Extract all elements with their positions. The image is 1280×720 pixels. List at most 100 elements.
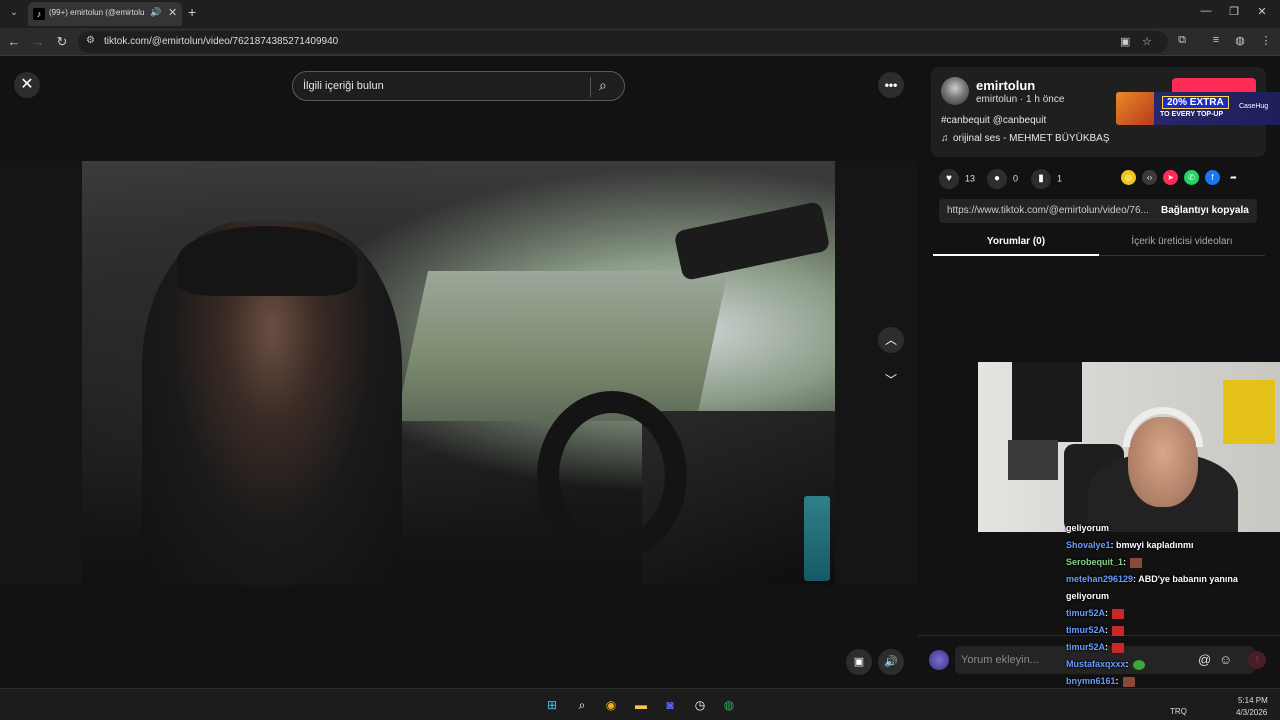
action-bar: ♥ 13 ● 0 ▮ 1 ◎ ‹› ➤ ✆ f ➦ bbox=[931, 165, 1271, 189]
chat-message: Mustafaxqxxx: bbox=[1064, 656, 1280, 673]
music-title[interactable]: orijinal ses - MEHMET BÜYÜKBAŞ bbox=[953, 133, 1110, 144]
system-tray: TRQ 5:14 PM 4/3/2026 bbox=[1120, 693, 1280, 719]
video-car-screen bbox=[804, 496, 830, 581]
reload-button[interactable]: ↻ bbox=[54, 34, 70, 50]
save-action[interactable]: ▮ 1 bbox=[1031, 169, 1062, 189]
chat-message: Serobequit_1: bbox=[1064, 554, 1280, 571]
bookmark-star-icon[interactable]: ☆ bbox=[1142, 35, 1152, 48]
author-name[interactable]: emirtolun bbox=[976, 78, 1035, 93]
video-rear-mirror bbox=[673, 200, 831, 282]
browser-menu-icon[interactable]: ⋮ bbox=[1258, 34, 1274, 47]
taskbar-explorer-icon[interactable]: ▬ bbox=[631, 695, 651, 715]
chat-text: : bbox=[1105, 608, 1109, 618]
chat-text: : bbox=[1125, 659, 1129, 669]
address-bar[interactable]: ⚙ tiktok.com/@emirtolun/video/7621874385… bbox=[78, 31, 1168, 53]
browser-tab-active[interactable]: ♪ (99+) emirtolun (@emirtolun 🔊 ✕ bbox=[28, 2, 182, 26]
more-options-button[interactable]: ••• bbox=[878, 72, 904, 98]
ad-subline: TO EVERY TOP-UP bbox=[1160, 111, 1224, 118]
video-content[interactable] bbox=[82, 161, 835, 585]
chat-message: timur52A: bbox=[1064, 622, 1280, 639]
share-link-row: https://www.tiktok.com/@emirtolun/video/… bbox=[939, 199, 1257, 223]
chat-username[interactable]: timur52A bbox=[1066, 608, 1105, 618]
embed-icon[interactable]: ‹› bbox=[1142, 170, 1157, 185]
whatsapp-icon[interactable]: ✆ bbox=[1184, 170, 1199, 185]
chat-username[interactable]: Mustafaxqxxx bbox=[1066, 659, 1126, 669]
music-note-icon: ♫ bbox=[941, 133, 949, 144]
chat-username[interactable]: metehan296129 bbox=[1066, 574, 1133, 584]
heart-icon[interactable]: ♥ bbox=[939, 169, 959, 189]
search-input[interactable]: İlgili içeriği bulun bbox=[303, 80, 384, 92]
url-text[interactable]: tiktok.com/@emirtolun/video/762187438527… bbox=[104, 36, 338, 47]
chat-username[interactable]: Serobequit_1 bbox=[1066, 557, 1123, 567]
back-button[interactable]: ← bbox=[6, 34, 22, 49]
chat-text: : bbox=[1115, 676, 1119, 686]
clock-time[interactable]: 5:14 PM bbox=[1238, 696, 1268, 705]
taskbar-clock-icon[interactable]: ◷ bbox=[690, 695, 710, 715]
tab-creator-videos[interactable]: İçerik üreticisi videoları bbox=[1099, 236, 1265, 247]
music-info[interactable]: ♫ orijinal ses - MEHMET BÜYÜKBAŞ bbox=[941, 133, 1110, 144]
copy-link-button[interactable]: Bağlantıyı kopyala bbox=[1161, 205, 1249, 216]
clock-date[interactable]: 4/3/2026 bbox=[1236, 708, 1267, 717]
chat-username[interactable]: Shovalye1 bbox=[1066, 540, 1111, 550]
window-minimize-button[interactable]: — bbox=[1198, 5, 1214, 17]
media-control-icon[interactable]: ≡ bbox=[1208, 34, 1224, 46]
related-search-box[interactable]: İlgili içeriği bulun ⌕ bbox=[292, 71, 625, 101]
ad-banner[interactable]: 20% EXTRA TO EVERY TOP-UP CaseHug bbox=[1116, 92, 1280, 125]
tab-audio-icon[interactable]: 🔊 bbox=[150, 7, 161, 18]
taskbar-chrome-icon[interactable]: ◉ bbox=[601, 695, 621, 715]
close-video-button[interactable]: ✕ bbox=[14, 72, 40, 98]
chat-text: : bmwyi kapladınmı bbox=[1110, 540, 1194, 550]
install-app-icon[interactable]: ▣ bbox=[1120, 35, 1130, 48]
taskbar-start-icon[interactable]: ⊞ bbox=[542, 695, 562, 715]
next-video-button[interactable]: ﹀ bbox=[878, 367, 904, 393]
chat-message: geliyorum bbox=[1064, 520, 1280, 537]
new-tab-button[interactable]: + bbox=[188, 4, 196, 20]
tab-comments[interactable]: Yorumlar (0) bbox=[933, 236, 1099, 247]
taskbar-search-icon[interactable]: ⌕ bbox=[572, 695, 592, 715]
author-card: emirtolun emirtolun · 1 h önce #canbequi… bbox=[931, 67, 1280, 157]
taskbar-spotify-icon[interactable]: ◍ bbox=[719, 695, 739, 715]
author-avatar[interactable] bbox=[941, 77, 969, 105]
previous-video-button[interactable]: ︿ bbox=[878, 327, 904, 353]
send-icon[interactable]: ➤ bbox=[1163, 170, 1178, 185]
like-action[interactable]: ♥ 13 bbox=[939, 169, 975, 189]
input-language[interactable]: TRQ bbox=[1170, 707, 1187, 716]
ad-case-image bbox=[1116, 92, 1154, 125]
facebook-icon[interactable]: f bbox=[1205, 170, 1220, 185]
taskbar-discord-icon[interactable]: ◙ bbox=[660, 695, 680, 715]
site-info-icon[interactable]: ⚙ bbox=[86, 35, 95, 46]
chat-username[interactable]: bnymn6161 bbox=[1066, 676, 1116, 686]
active-tab-underline bbox=[933, 254, 1099, 256]
tab-search-icon[interactable]: ⌄ bbox=[6, 5, 22, 21]
forward-button[interactable]: → bbox=[30, 34, 46, 49]
volume-button[interactable]: 🔊 bbox=[878, 649, 904, 675]
coin-icon[interactable]: ◎ bbox=[1121, 170, 1136, 185]
profile-avatar-icon[interactable]: ◍ bbox=[1232, 34, 1248, 47]
video-frame[interactable] bbox=[0, 161, 918, 585]
comment-icon[interactable]: ● bbox=[987, 169, 1007, 189]
chat-emote-icon bbox=[1112, 625, 1125, 636]
ad-headline: 20% EXTRA bbox=[1162, 96, 1229, 109]
extensions-icon[interactable]: ⧉ bbox=[1174, 34, 1190, 47]
tab-close-icon[interactable]: ✕ bbox=[168, 6, 177, 19]
chat-username[interactable]: timur52A bbox=[1066, 642, 1105, 652]
comment-action[interactable]: ● 0 bbox=[987, 169, 1018, 189]
tab-title: (99+) emirtolun (@emirtolun bbox=[49, 8, 145, 17]
chat-username[interactable]: timur52A bbox=[1066, 625, 1105, 635]
comment-placeholder[interactable]: Yorum ekleyin... bbox=[961, 654, 1039, 666]
window-close-button[interactable]: ✕ bbox=[1254, 5, 1270, 18]
search-divider bbox=[590, 77, 591, 97]
bookmark-icon[interactable]: ▮ bbox=[1031, 169, 1051, 189]
search-icon[interactable]: ⌕ bbox=[599, 77, 607, 94]
chat-text: geliyorum bbox=[1066, 523, 1110, 533]
more-share-icon[interactable]: ➦ bbox=[1226, 170, 1241, 185]
chat-text: : bbox=[1123, 557, 1127, 567]
share-link-url[interactable]: https://www.tiktok.com/@emirtolun/video/… bbox=[947, 205, 1149, 216]
chat-text: : bbox=[1105, 642, 1109, 652]
chat-message: timur52A: bbox=[1064, 605, 1280, 622]
window-restore-button[interactable]: ❐ bbox=[1226, 5, 1242, 18]
browser-tabstrip: ⌄ ♪ (99+) emirtolun (@emirtolun 🔊 ✕ + — … bbox=[0, 0, 1280, 28]
save-count: 1 bbox=[1057, 173, 1063, 184]
picture-in-picture-button[interactable]: ▣ bbox=[846, 649, 872, 675]
video-caption[interactable]: #canbequit @canbequit bbox=[941, 115, 1046, 126]
